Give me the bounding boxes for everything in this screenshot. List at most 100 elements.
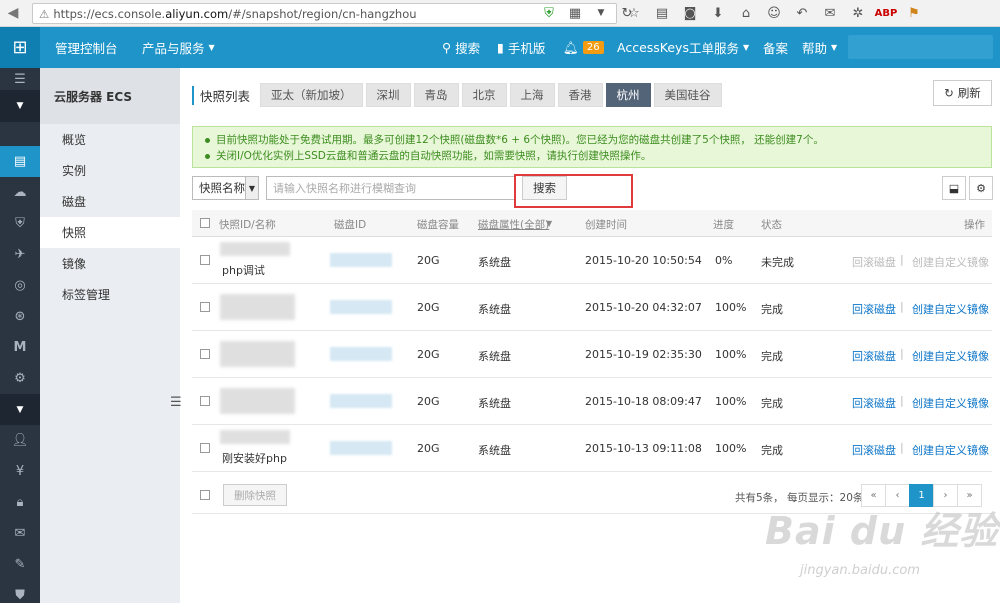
pencil-icon[interactable]: ✎ [0,549,40,580]
menu-icon[interactable]: ☰ [0,68,40,90]
console-home-link[interactable]: 管理控制台 [55,27,118,68]
m-icon[interactable]: M [0,332,40,363]
create-image-link[interactable]: 创建自定义镜像 [912,301,989,317]
export-icon[interactable]: ⬓ [942,176,966,200]
yen-icon[interactable]: ¥ [0,456,40,487]
region-tab-singapore[interactable]: 亚太（新加坡） [260,83,363,107]
search-input[interactable]: 请输入快照名称进行模糊查询 [266,176,515,200]
region-tab-hangzhou[interactable]: 杭州 [605,83,651,107]
region-tab-shanghai[interactable]: 上海 [509,83,555,107]
address-bar[interactable]: ⚠ https://ecs.console. aliyun.com/#/snaps… [32,3,617,24]
disk-id-redacted[interactable] [330,300,392,314]
create-image-link[interactable]: 创建自定义镜像 [912,254,989,270]
adblock-icon[interactable]: ABP [875,4,898,22]
submenu-images[interactable]: 镜像 [40,248,180,279]
region-tab-siliconvalley[interactable]: 美国硅谷 [653,83,722,107]
snapshot-id-redacted [220,388,295,414]
create-image-link[interactable]: 创建自定义镜像 [912,442,989,458]
footer-checkbox[interactable] [200,490,210,500]
submenu-snapshots[interactable]: 快照 [40,217,180,248]
rollback-disk-link[interactable]: 回滚磁盘 [852,395,896,411]
row-checkbox[interactable] [200,396,210,406]
home-icon[interactable]: ⌂ [737,4,755,22]
row-checkbox[interactable] [200,255,210,265]
cdn-icon[interactable]: ⊛ [0,301,40,332]
lock-icon: ⚠ [39,6,50,21]
shield-icon[interactable]: ⛨ [0,208,40,239]
pocket-icon[interactable]: ◙ [681,4,699,22]
aliyun-logo-icon[interactable]: ⊞ [0,27,40,68]
refresh-icon: ↻ [944,86,954,100]
chevron-down-icon: ▼ [743,43,750,52]
help-menu[interactable]: 帮助 ▼ [802,27,837,68]
submenu-instances[interactable]: 实例 [40,155,180,186]
qrcode-icon[interactable]: ▦ [566,4,584,22]
delete-snapshot-button[interactable]: 删除快照 [223,484,287,506]
lock-icon[interactable]: 🔒︎ [0,487,40,518]
table-row: 20G 系统盘 2015-10-18 08:09:47 100% 完成 回滚磁盘… [192,378,992,425]
search-field-select[interactable]: 快照名称 ▼ [192,176,259,200]
create-image-link[interactable]: 创建自定义镜像 [912,395,989,411]
back-icon[interactable]: ◀ [0,3,26,23]
products-menu[interactable]: 产品与服务 ▼ [142,27,215,68]
bug-icon[interactable]: ✲ [849,4,867,22]
browser-toolbar: ◀ ⚠ https://ecs.console. aliyun.com/#/sna… [0,0,1000,27]
disk-attr-filter[interactable]: 磁盘属性(全部) [478,217,549,232]
rollback-disk-link[interactable]: 回滚磁盘 [852,348,896,364]
cloud-icon[interactable]: ☁ [0,177,40,208]
snapshot-id-redacted [220,242,290,256]
row-checkbox[interactable] [200,443,210,453]
disk-id-redacted[interactable] [330,394,392,408]
region-tab-beijing[interactable]: 北京 [461,83,507,107]
search-link[interactable]: ⚲ 搜索 [442,27,480,68]
shield-icon[interactable]: ⛨ [540,4,558,22]
expand-arrow-icon[interactable]: ▼ [0,394,40,425]
gear-icon[interactable]: ⚙ [0,363,40,394]
gear-icon[interactable]: ⚙ [969,176,993,200]
table-row: 20G 系统盘 2015-10-19 02:35:30 100% 完成 回滚磁盘… [192,331,992,378]
accesskeys-link[interactable]: AccessKeys [617,27,689,68]
beian-link[interactable]: 备案 [763,27,788,68]
row-checkbox[interactable] [200,302,210,312]
disk-id-redacted[interactable] [330,253,392,267]
comment-icon[interactable]: ✉ [821,4,839,22]
region-tab-qingdao[interactable]: 青岛 [413,83,459,107]
select-all-checkbox[interactable] [200,218,210,228]
ticket-menu[interactable]: 工单服务 ▼ [689,27,749,68]
chevron-down-icon: ▼ [245,177,258,199]
baidu-watermark: Bai du 经验 [765,509,999,553]
star-icon[interactable]: ☆ [625,4,643,22]
collapse-arrow-icon[interactable]: ▼ [0,90,40,122]
notifications[interactable]: 🔔︎ 26 [563,27,604,68]
region-tab-shenzhen[interactable]: 深圳 [365,83,411,107]
user-icon[interactable]: 👤︎ [0,425,40,456]
row-checkbox[interactable] [200,349,210,359]
region-tab-hongkong[interactable]: 香港 [557,83,603,107]
reader-icon[interactable]: ▤ [653,4,671,22]
mobile-icon: ▮ [497,40,504,55]
rollback-disk-link[interactable]: 回滚磁盘 [852,301,896,317]
snapshot-id-redacted [220,430,290,444]
disk-id-redacted[interactable] [330,347,392,361]
extension-icon[interactable]: ⚑ [905,4,923,22]
ecs-server-icon[interactable]: ▤ [0,146,40,177]
mobile-link[interactable]: ▮ 手机版 [497,27,545,68]
download-icon[interactable]: ⬇ [709,4,727,22]
submenu-tags[interactable]: 标签管理 [40,279,180,310]
disk-id-redacted[interactable] [330,441,392,455]
security-icon[interactable]: ⛊ [0,580,40,611]
dropdown-icon[interactable]: ▼ [592,4,610,22]
chat-icon[interactable]: ☺ [765,4,783,22]
create-image-link[interactable]: 创建自定义镜像 [912,348,989,364]
mail-icon[interactable]: ✉ [0,518,40,549]
plane-icon[interactable]: ✈ [0,239,40,270]
rollback-disk-link[interactable]: 回滚磁盘 [852,442,896,458]
submenu-overview[interactable]: 概览 [40,124,180,155]
submenu-disks[interactable]: 磁盘 [40,186,180,217]
rollback-disk-link[interactable]: 回滚磁盘 [852,254,896,270]
ecs-submenu: 云服务器 ECS 概览 实例 磁盘 快照 镜像 标签管理 [40,68,180,603]
refresh-button[interactable]: ↻ 刷新 [933,80,992,106]
account-menu[interactable] [848,35,993,59]
globe-icon[interactable]: ◎ [0,270,40,301]
undo-icon[interactable]: ↶ [793,4,811,22]
